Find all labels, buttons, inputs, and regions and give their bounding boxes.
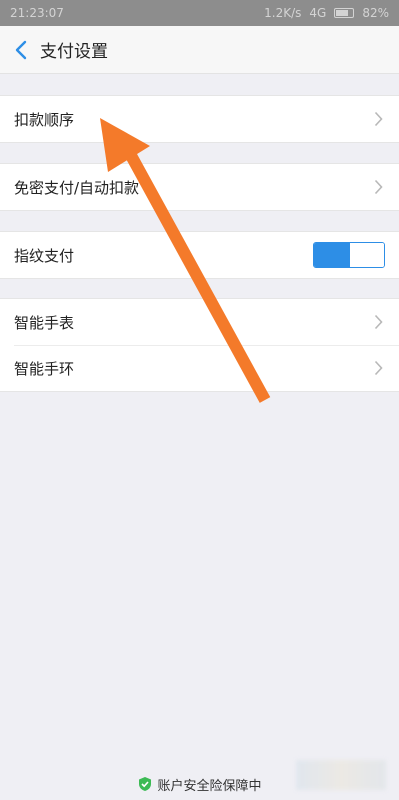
fingerprint-label: 指纹支付 — [14, 246, 75, 265]
toggle-off-segment — [350, 243, 384, 267]
group-wearables: 智能手表 智能手环 — [0, 298, 399, 392]
nav-bar: 支付设置 — [0, 26, 399, 74]
group-deduction-order: 扣款顺序 — [0, 95, 399, 143]
deduction-order-label: 扣款顺序 — [14, 110, 75, 129]
battery-level: 82% — [362, 6, 389, 20]
group-fingerprint: 指纹支付 — [0, 231, 399, 279]
chevron-right-icon — [371, 177, 385, 197]
row-smart-watch[interactable]: 智能手表 — [0, 299, 399, 345]
password-free-label: 免密支付/自动扣款 — [14, 178, 140, 197]
toggle-on-segment — [314, 243, 350, 267]
chevron-right-icon — [371, 312, 385, 332]
smart-watch-label: 智能手表 — [14, 313, 75, 332]
status-time: 21:23:07 — [10, 6, 64, 20]
row-password-free[interactable]: 免密支付/自动扣款 — [0, 164, 399, 210]
status-right: 1.2K/s 4G 82% — [264, 6, 389, 20]
shield-icon — [139, 777, 152, 791]
battery-icon — [334, 8, 355, 18]
group-password-free: 免密支付/自动扣款 — [0, 163, 399, 211]
chevron-right-icon — [371, 358, 385, 378]
fingerprint-toggle[interactable] — [313, 242, 385, 268]
row-fingerprint: 指纹支付 — [0, 232, 399, 278]
network-type: 4G — [309, 6, 327, 20]
network-speed: 1.2K/s — [264, 6, 302, 20]
page-title: 支付设置 — [40, 42, 108, 62]
watermark-blur — [296, 760, 386, 790]
chevron-right-icon — [371, 109, 385, 129]
status-bar: 21:23:07 1.2K/s 4G 82% — [0, 0, 399, 26]
smart-band-label: 智能手环 — [14, 359, 75, 378]
back-chevron-icon[interactable] — [4, 26, 38, 74]
row-deduction-order[interactable]: 扣款顺序 — [0, 96, 399, 142]
security-footer-text: 账户安全险保障中 — [157, 778, 262, 794]
row-smart-band[interactable]: 智能手环 — [0, 345, 399, 391]
